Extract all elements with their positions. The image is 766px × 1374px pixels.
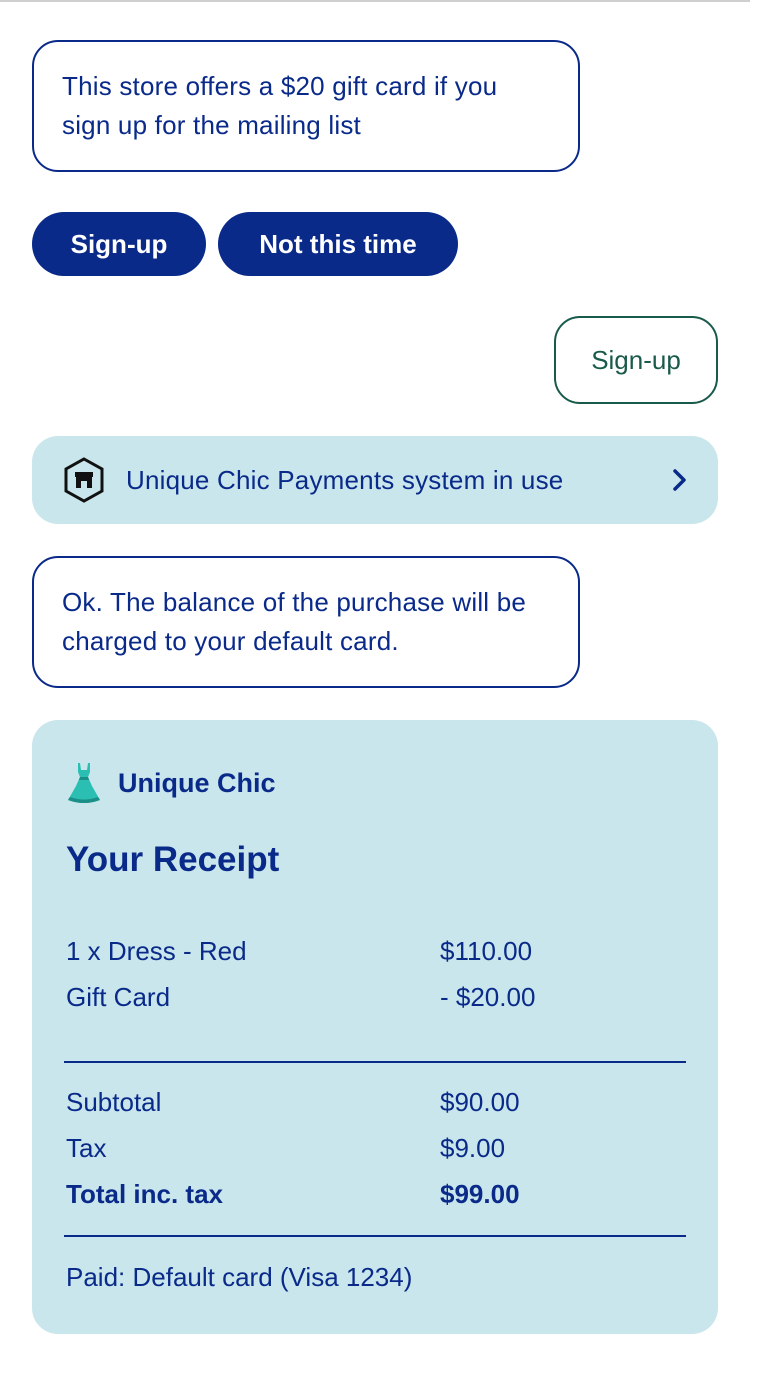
chevron-right-icon [670,466,690,494]
bot-message-offer: This store offers a $20 gift card if you… [32,40,580,172]
bot-message-balance-text: Ok. The balance of the purchase will be … [62,587,527,656]
signup-button[interactable]: Sign-up [32,212,206,276]
receipt-divider [64,1061,686,1063]
user-message-text: Sign-up [591,344,681,375]
item-value: $110.00 [440,936,533,966]
total-value: $99.00 [440,1179,520,1209]
tax-label: Tax [66,1133,107,1163]
receipt-item-row: Gift Card - $20.00 [66,982,666,1013]
receipt-item-row: 1 x Dress - Red $110.00 [66,936,666,967]
not-this-time-button[interactable]: Not this time [218,212,458,276]
top-divider [0,0,750,2]
item-label: 1 x Dress - Red [66,936,247,966]
item-label: Gift Card [66,982,171,1012]
tax-value: $9.00 [440,1133,506,1163]
tax-row: Tax $9.00 [66,1133,666,1164]
paid-method: Paid: Default card (Visa 1234) [66,1262,413,1292]
subtotal-label: Subtotal [66,1087,162,1117]
total-row: Total inc. tax $99.00 [66,1179,666,1210]
subtotal-row: Subtotal $90.00 [66,1087,666,1118]
receipt-title: Your Receipt [66,840,280,879]
item-value: - $20.00 [440,982,536,1012]
bot-message-balance: Ok. The balance of the purchase will be … [32,556,580,688]
user-message-signup: Sign-up [554,316,718,404]
bot-message-offer-text: This store offers a $20 gift card if you… [62,71,498,140]
payment-system-banner[interactable]: Unique Chic Payments system in use [32,436,718,524]
total-label: Total inc. tax [66,1179,223,1209]
receipt-divider [64,1235,686,1237]
merchant-header: Unique Chic [64,760,276,806]
receipt-card: Unique Chic Your Receipt 1 x Dress - Red… [32,720,718,1334]
merchant-name: Unique Chic [118,767,276,798]
subtotal-value: $90.00 [440,1087,520,1117]
store-icon [62,456,106,504]
dress-icon [64,760,104,806]
payment-banner-text: Unique Chic Payments system in use [126,464,564,495]
